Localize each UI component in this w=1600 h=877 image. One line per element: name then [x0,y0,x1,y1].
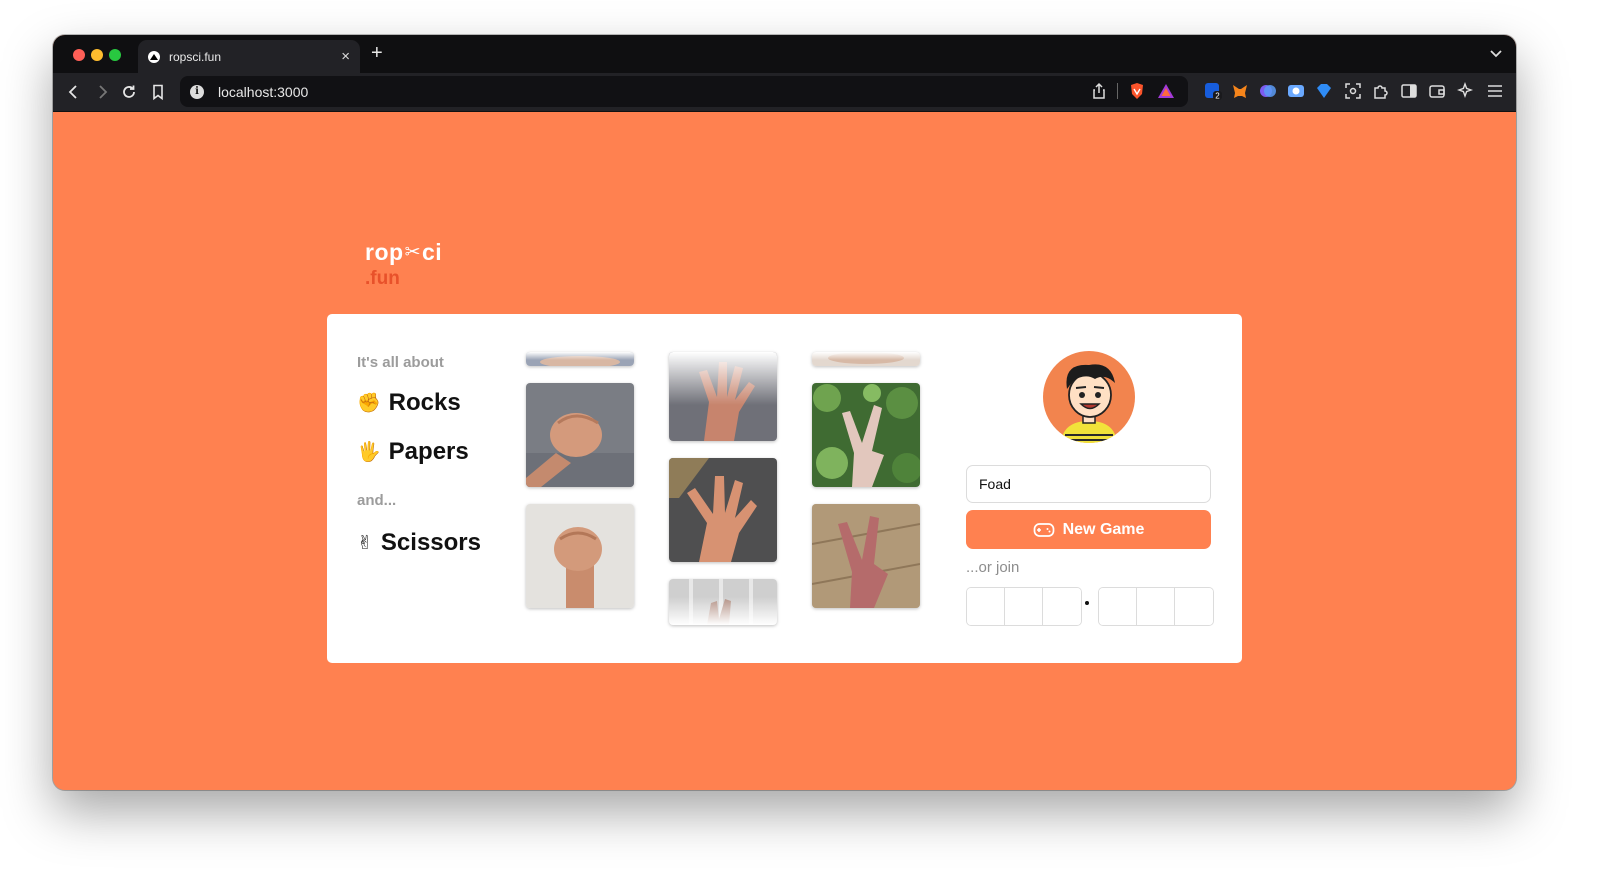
camera-extension-icon[interactable] [1287,82,1305,100]
scissors-hand-photo [812,504,920,608]
join-code-digit-2[interactable] [1005,588,1043,625]
url-text[interactable]: localhost:3000 [218,84,308,100]
game-card: It's all about ✊ Rocks 🖐 Papers and... ✌… [327,314,1242,663]
new-game-label: New Game [1062,520,1145,538]
rock-fist-icon: ✊ [357,393,381,414]
join-code-left-group [966,587,1082,626]
bitwarden-extension-icon[interactable]: 2 [1204,82,1222,101]
logo-text-left: rop [365,239,404,265]
site-info-icon[interactable]: i [190,84,204,99]
rock-hand-photo [526,383,634,487]
join-code-digit-4[interactable] [1099,588,1137,625]
maximize-window-button[interactable] [109,49,121,61]
player-avatar[interactable] [1043,351,1135,443]
leo-ai-sparkle-icon[interactable] [1456,81,1475,100]
menu-hamburger-icon[interactable] [1486,82,1504,100]
extensions-puzzle-icon[interactable] [1372,82,1390,100]
rocks-heading: ✊ Rocks [357,389,481,417]
join-code-digit-1[interactable] [967,588,1005,625]
scissors-label: Scissors [380,529,481,556]
reload-icon[interactable] [120,83,138,101]
share-icon[interactable] [1091,82,1107,100]
browser-toolbar: i localhost:3000 2 [53,73,1516,112]
new-game-button[interactable]: New Game [966,510,1211,549]
tab-list-chevron-down-icon[interactable] [1488,45,1504,61]
address-bar[interactable]: i localhost:3000 [180,76,1188,107]
browser-tab-active[interactable]: ropsci.fun × [138,40,360,73]
player-name-input[interactable] [966,465,1211,503]
forward-arrow-icon[interactable] [93,83,111,101]
papers-heading: 🖐 Papers [357,438,481,466]
tab-title: ropsci.fun [169,49,222,64]
gamepad-icon [1033,522,1055,538]
rocks-label: Rocks [388,389,461,416]
paper-hand-photo [669,458,777,562]
paper-hand-photo [669,352,777,441]
join-code-right-group [1098,587,1214,626]
or-join-label: ...or join [966,559,1020,576]
metamask-fox-icon[interactable] [1231,82,1249,100]
brave-shields-icon[interactable] [1128,82,1146,100]
join-code-digit-5[interactable] [1137,588,1175,625]
wallet-icon[interactable] [1428,82,1446,100]
join-code-digit-6[interactable] [1175,588,1213,625]
scissors-hand-photo [812,383,920,487]
logo-wordmark: rop ✂ ci [365,239,442,266]
extension-badge: 2 [1215,92,1220,101]
screenshot-extension-icon[interactable] [1344,82,1362,100]
page-content: rop ✂ ci .fun It's all about ✊ Rocks 🖐 P… [53,112,1516,790]
join-code-digit-3[interactable] [1043,588,1081,625]
vercel-favicon-icon [148,50,160,63]
url-bar-actions [1091,82,1176,100]
sidebar-toggle-icon[interactable] [1400,82,1418,100]
paper-hand-photo [669,579,777,625]
ropsci-logo[interactable]: rop ✂ ci .fun [365,239,442,290]
browser-window: ropsci.fun × + i localhost:3000 2 rop ✂ … [53,35,1516,790]
url-separator [1117,83,1118,99]
back-arrow-icon[interactable] [65,83,83,101]
close-window-button[interactable] [73,49,85,61]
rock-hand-photo [526,352,634,366]
brave-rewards-icon[interactable] [1156,82,1176,100]
scissors-hand-photo [812,352,920,366]
scissors-heading: ✌ Scissors [357,529,481,557]
join-code-separator-dot [1085,601,1089,605]
logo-text-right: ci [421,239,443,265]
paper-hand-icon: 🖐 [357,442,381,463]
scissors-icon: ✂ [404,242,421,263]
papers-label: Papers [388,438,469,465]
scissors-hand-icon: ✌ [357,532,373,554]
intro-and: and... [357,492,397,509]
logo-suffix: .fun [365,268,400,289]
diamond-extension-icon[interactable] [1315,82,1333,100]
rock-hand-photo [526,504,634,608]
minimize-window-button[interactable] [91,49,103,61]
brain-extension-icon[interactable] [1259,82,1277,100]
bookmark-icon[interactable] [149,83,167,101]
intro-lead: It's all about [357,354,444,371]
tab-close-button[interactable]: × [341,48,350,65]
new-tab-button[interactable]: + [371,42,383,65]
tab-strip: ropsci.fun × + [53,35,1516,73]
intro-text: It's all about ✊ Rocks 🖐 Papers and... ✌… [357,354,481,557]
